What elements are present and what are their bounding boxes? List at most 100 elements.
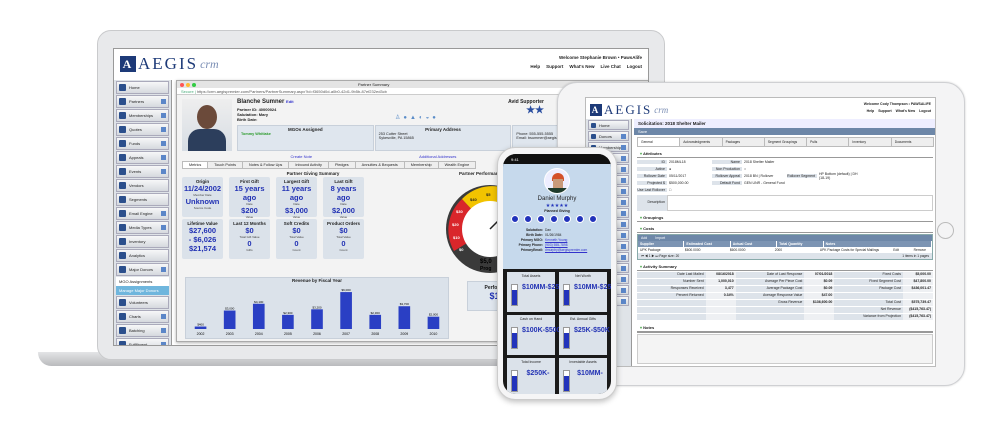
profile-icon[interactable] — [511, 215, 519, 223]
notes-field[interactable] — [637, 334, 933, 364]
sidebar-item-inventory[interactable]: Inventory — [116, 235, 169, 248]
expand-icon[interactable] — [161, 113, 166, 118]
gift-icon[interactable] — [576, 215, 584, 223]
expand-icon[interactable] — [621, 188, 626, 194]
table-row[interactable]: UPK Package $600.0000 $600.0000 2000 UPK Pac… — [638, 247, 932, 253]
expand-icon[interactable] — [161, 211, 166, 216]
expand-icon[interactable] — [621, 221, 626, 227]
expand-icon[interactable] — [161, 225, 166, 230]
sidebar-item-major-donors[interactable]: Major Donors — [116, 263, 169, 276]
link-what-s-new[interactable]: What's New — [569, 64, 594, 69]
activity-section[interactable]: Activity Summary — [637, 263, 933, 271]
sidebar-item-fulfillment[interactable]: Fulfillment — [116, 338, 169, 345]
sidebar-subitem-manage-major-donors[interactable]: Manage Major Donors — [116, 286, 169, 295]
expand-icon[interactable] — [621, 166, 626, 172]
bar-2002[interactable] — [194, 326, 207, 329]
expand-icon[interactable] — [621, 298, 626, 304]
expand-icon[interactable] — [621, 254, 626, 260]
expand-icon[interactable] — [621, 177, 626, 183]
groupings-section[interactable]: Groupings — [637, 214, 933, 222]
tablet-home-button[interactable] — [937, 222, 954, 239]
costs-section[interactable]: Costs — [637, 225, 933, 233]
sidebar-item-media-types[interactable]: Media Types — [116, 221, 169, 234]
sidebar-item-donors[interactable]: Donors — [588, 131, 629, 141]
tab-wealth-engine[interactable]: Wealth Engine — [437, 161, 477, 169]
sidebar-item-home[interactable]: Home — [116, 81, 169, 94]
wealth-tile-net-worth[interactable]: Net Worth $10MM-$25MM — [559, 272, 611, 312]
check-icon[interactable] — [524, 215, 532, 223]
expand-icon[interactable] — [621, 232, 626, 238]
expand-icon[interactable] — [621, 133, 626, 139]
sidebar-item-home[interactable]: Home — [588, 120, 629, 130]
sidebar-item-volunteers[interactable]: Volunteers — [116, 296, 169, 309]
bar-2007[interactable] — [340, 292, 352, 329]
notes-section[interactable]: Notes — [637, 324, 933, 333]
money-icon[interactable] — [550, 215, 558, 223]
description-field[interactable] — [667, 195, 933, 211]
sidebar-item-quotes[interactable]: Quotes — [116, 123, 169, 136]
link-logout[interactable]: Logout — [627, 64, 642, 69]
field-value[interactable]: ○ — [742, 167, 787, 171]
bar-2003[interactable] — [223, 310, 236, 329]
tab-pledges[interactable]: Pledges — [327, 161, 356, 169]
field-value[interactable]: GEN UNR - General Fund — [742, 181, 787, 185]
sidebar-item-events[interactable]: Events — [116, 165, 169, 178]
maximize-dot[interactable] — [192, 82, 196, 87]
sidebar-item-analytics[interactable]: Analytics — [116, 249, 169, 262]
expand-icon[interactable] — [621, 210, 626, 216]
detail-link[interactable]: dmurphy@aegispremier.com — [545, 248, 587, 253]
sidebar-item-batching[interactable]: Batching — [116, 324, 169, 337]
expand-icon[interactable] — [161, 267, 166, 272]
expand-icon[interactable] — [161, 155, 166, 160]
expand-icon[interactable] — [161, 314, 166, 319]
link-what-s-new[interactable]: What's New — [896, 109, 916, 113]
wealth-tile-total-income[interactable]: Total Income $250K- — [507, 358, 555, 394]
pager-controls[interactable]: ⏮ ◀ 1 ▶ ⏭ Page size: 20 — [641, 254, 679, 258]
tab-inbound-activity[interactable]: Inbound Activity — [288, 161, 329, 169]
expand-icon[interactable] — [621, 243, 626, 249]
attributes-section[interactable]: Attributes — [637, 150, 933, 158]
cost-add-button[interactable]: Add — [641, 236, 647, 240]
link-help[interactable]: Help — [867, 109, 875, 113]
sidebar-item-partners[interactable]: Partners — [116, 95, 169, 108]
field-value[interactable]: 2018 BN | Rollover — [742, 174, 787, 178]
bar-2010[interactable] — [427, 316, 440, 329]
aegis-logo[interactable]: A AEGIS crm — [120, 54, 219, 74]
sidebar-subitem-mgo-assignments[interactable]: MGO Assignments — [116, 277, 169, 286]
tab-inventory[interactable]: Inventory — [848, 137, 892, 147]
expand-icon[interactable] — [621, 287, 626, 293]
sidebar-item-segments[interactable]: Segments — [116, 193, 169, 206]
tab-pulls[interactable]: Pulls — [806, 137, 850, 147]
link-create-note[interactable]: Create Note — [291, 154, 313, 159]
page-size-select[interactable]: 20 — [676, 254, 680, 258]
tab-general[interactable]: General — [637, 137, 681, 147]
tab-annuities-bequests[interactable]: Annuities & Bequests — [354, 161, 405, 169]
link-support[interactable]: Support — [878, 109, 891, 113]
tablet-logo[interactable]: A AEGIS crm — [590, 102, 668, 118]
link-live-chat[interactable]: Live Chat — [600, 64, 620, 69]
tab-segment-groupings[interactable]: Segment Groupings — [763, 137, 808, 147]
field-value[interactable]: 2018 Shelter Mailer — [742, 160, 787, 164]
expand-icon[interactable] — [161, 99, 166, 104]
close-dot[interactable] — [180, 82, 184, 87]
sidebar-item-email-engine[interactable]: Email Engine — [116, 207, 169, 220]
expand-icon[interactable] — [621, 144, 626, 150]
edit-icon[interactable] — [589, 215, 597, 223]
expand-icon[interactable] — [621, 276, 626, 282]
bar-2009[interactable] — [398, 306, 411, 329]
link-additional-addresses[interactable]: Additional Addresses — [419, 154, 456, 159]
bar-2006[interactable] — [311, 309, 323, 329]
action-icons[interactable]: ♙●▲◐◒● — [395, 114, 439, 121]
tab-acknowledgments[interactable]: Acknowledgments — [679, 137, 723, 147]
tab-metrics[interactable]: Metrics — [182, 161, 209, 169]
save-button[interactable]: Save — [634, 128, 935, 135]
field-value[interactable]: 05/11/2017 — [667, 174, 712, 178]
dollar-icon[interactable] — [537, 215, 545, 223]
wealth-tile-total-assets[interactable]: Total Assets $10MM-$25MM — [507, 272, 571, 312]
link-support[interactable]: Support — [546, 64, 563, 69]
wealth-tile-cash-on-hand[interactable]: Cash on Hand $100K-$500K — [507, 315, 566, 355]
field-value[interactable]: □ — [667, 188, 712, 192]
expand-icon[interactable] — [621, 199, 626, 205]
cost-import-button[interactable]: Import — [655, 236, 665, 240]
remove-link[interactable]: Remove — [912, 247, 932, 253]
